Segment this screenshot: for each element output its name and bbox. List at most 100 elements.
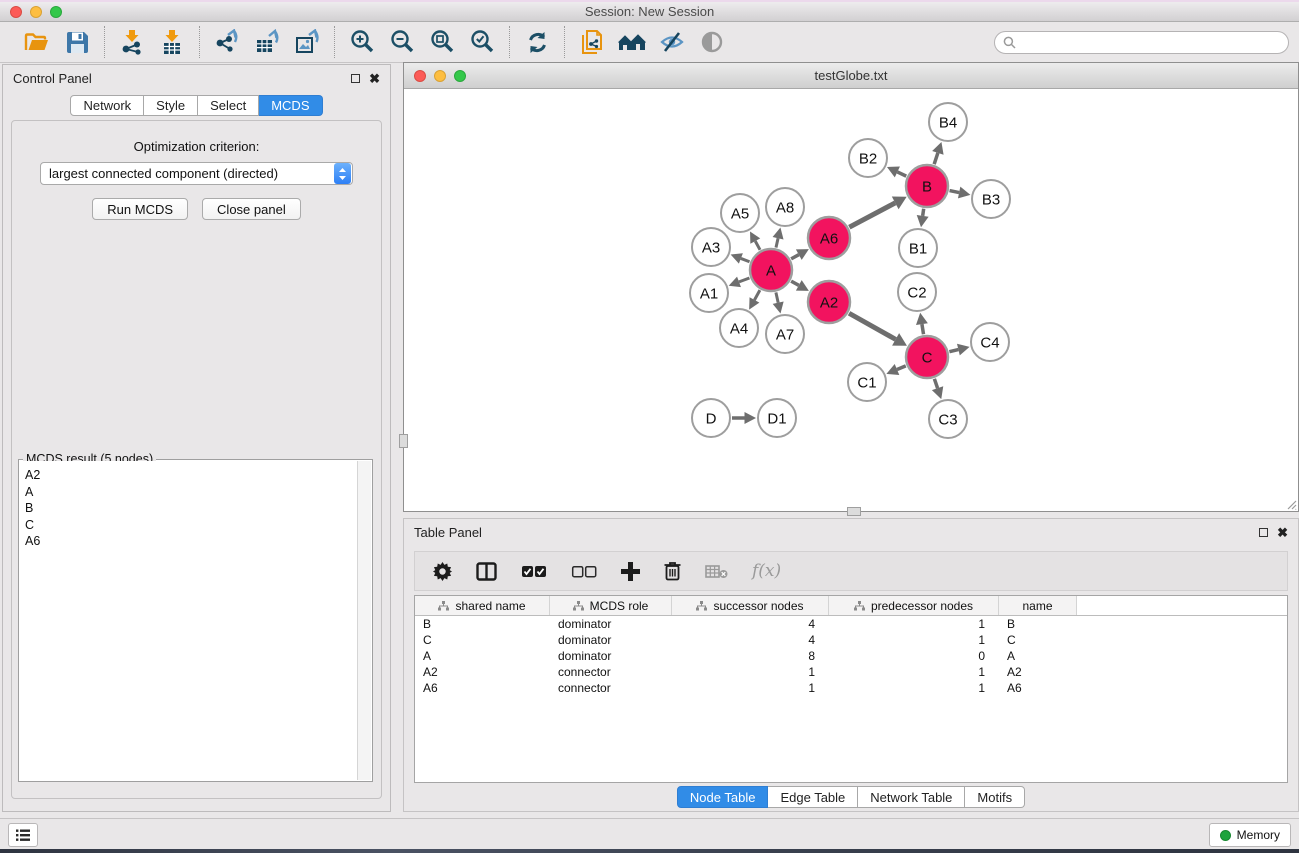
network-snapshot-button[interactable] bbox=[575, 26, 609, 58]
edge-C-C2[interactable] bbox=[922, 324, 924, 334]
edge-A-A7[interactable] bbox=[776, 292, 778, 302]
edge-C-C1[interactable] bbox=[897, 366, 906, 370]
column-header-successor-nodes[interactable]: successor nodes bbox=[672, 596, 829, 615]
table-cell[interactable]: A2 bbox=[415, 664, 550, 680]
table-cell[interactable]: dominator bbox=[550, 632, 672, 648]
delete-column-button[interactable] bbox=[664, 561, 681, 581]
show-all-button[interactable] bbox=[615, 26, 649, 58]
deselect-all-button[interactable] bbox=[571, 565, 597, 578]
edge-A2-C[interactable] bbox=[849, 313, 896, 339]
zoom-in-button[interactable] bbox=[345, 26, 379, 58]
column-header-predecessor-nodes[interactable]: predecessor nodes bbox=[829, 596, 999, 615]
function-builder-button[interactable]: f(x) bbox=[752, 561, 781, 581]
table-cell[interactable]: 1 bbox=[829, 664, 999, 680]
table-cell[interactable]: 1 bbox=[672, 680, 829, 696]
edge-A-A4[interactable] bbox=[754, 290, 759, 300]
table-row[interactable]: Adominator80A bbox=[415, 648, 1287, 664]
edge-B-B2[interactable] bbox=[897, 172, 906, 176]
table-cell[interactable]: A6 bbox=[999, 680, 1077, 696]
mcds-result-list[interactable]: A2ABCA6 bbox=[20, 461, 357, 780]
table-cell[interactable]: C bbox=[999, 632, 1077, 648]
node-table[interactable]: shared nameMCDS rolesuccessor nodesprede… bbox=[414, 595, 1288, 783]
export-table-button[interactable] bbox=[250, 26, 284, 58]
preview-button[interactable] bbox=[695, 26, 729, 58]
edge-A6-B[interactable] bbox=[849, 203, 895, 227]
table-row[interactable]: A2connector11A2 bbox=[415, 664, 1287, 680]
table-cell[interactable]: C bbox=[415, 632, 550, 648]
table-cell[interactable]: connector bbox=[550, 680, 672, 696]
show-task-history-button[interactable] bbox=[8, 823, 38, 847]
import-network-button[interactable] bbox=[115, 26, 149, 58]
table-cell[interactable]: A bbox=[415, 648, 550, 664]
splitter-handle-bottom[interactable] bbox=[847, 507, 861, 516]
table-row[interactable]: A6connector11A6 bbox=[415, 680, 1287, 696]
table-cell[interactable]: A bbox=[999, 648, 1077, 664]
table-options-gear-button[interactable] bbox=[433, 562, 452, 581]
edge-B-B1[interactable] bbox=[923, 209, 924, 216]
add-column-button[interactable] bbox=[621, 562, 640, 581]
mcds-result-item[interactable]: C bbox=[20, 517, 357, 534]
mcds-result-item[interactable]: A2 bbox=[20, 467, 357, 484]
zoom-fit-button[interactable] bbox=[425, 26, 459, 58]
table-cell[interactable]: 4 bbox=[672, 632, 829, 648]
edge-A-A8[interactable] bbox=[776, 238, 778, 247]
table-cell[interactable]: connector bbox=[550, 664, 672, 680]
table-cell[interactable]: 4 bbox=[672, 616, 829, 632]
run-mcds-button[interactable]: Run MCDS bbox=[92, 198, 188, 220]
close-panel-button[interactable]: Close panel bbox=[202, 198, 301, 220]
network-graph[interactable]: B4B2BB3A8A5A6A3B1AC2A1A2A4A7C4CC1DD1C3 bbox=[404, 89, 1298, 511]
export-network-button[interactable] bbox=[210, 26, 244, 58]
control-tab-select[interactable]: Select bbox=[198, 95, 259, 116]
toolbar-search-field[interactable] bbox=[994, 31, 1289, 54]
table-tab-motifs[interactable]: Motifs bbox=[965, 786, 1025, 808]
table-tab-network-table[interactable]: Network Table bbox=[858, 786, 965, 808]
close-panel-icon[interactable]: ✖ bbox=[369, 74, 380, 83]
export-image-button[interactable] bbox=[290, 26, 324, 58]
float-table-panel-icon[interactable] bbox=[1259, 528, 1268, 537]
table-row[interactable]: Bdominator41B bbox=[415, 616, 1287, 632]
edge-A-A6[interactable] bbox=[791, 255, 799, 259]
edge-A-A3[interactable] bbox=[741, 258, 750, 261]
edge-C-C3[interactable] bbox=[934, 379, 937, 388]
network-canvas[interactable]: B4B2BB3A8A5A6A3B1AC2A1A2A4A7C4CC1DD1C3 bbox=[404, 89, 1298, 511]
edge-A-A1[interactable] bbox=[739, 278, 749, 282]
table-tab-edge-table[interactable]: Edge Table bbox=[768, 786, 858, 808]
control-tab-mcds[interactable]: MCDS bbox=[259, 95, 322, 116]
delete-table-button[interactable] bbox=[705, 564, 728, 579]
select-all-button[interactable] bbox=[521, 565, 547, 578]
result-list-scrollbar[interactable] bbox=[357, 461, 371, 780]
close-table-panel-icon[interactable]: ✖ bbox=[1277, 528, 1288, 537]
resize-grip-icon[interactable] bbox=[1285, 498, 1297, 510]
split-table-button[interactable] bbox=[476, 562, 497, 581]
zoom-out-button[interactable] bbox=[385, 26, 419, 58]
control-tab-style[interactable]: Style bbox=[144, 95, 198, 116]
float-panel-icon[interactable] bbox=[351, 74, 360, 83]
table-cell[interactable]: 0 bbox=[829, 648, 999, 664]
edge-B-B4[interactable] bbox=[934, 153, 938, 164]
mcds-result-item[interactable]: A bbox=[20, 484, 357, 501]
mcds-result-item[interactable]: A6 bbox=[20, 533, 357, 550]
table-cell[interactable]: 1 bbox=[829, 680, 999, 696]
edge-B-B3[interactable] bbox=[950, 191, 960, 193]
table-cell[interactable]: A6 bbox=[415, 680, 550, 696]
criterion-select[interactable]: largest connected component (directed) bbox=[40, 162, 353, 185]
table-row[interactable]: Cdominator41C bbox=[415, 632, 1287, 648]
table-cell[interactable]: 1 bbox=[829, 632, 999, 648]
table-tab-node-table[interactable]: Node Table bbox=[677, 786, 769, 808]
save-session-button[interactable] bbox=[60, 26, 94, 58]
table-cell[interactable]: B bbox=[415, 616, 550, 632]
table-cell[interactable]: dominator bbox=[550, 616, 672, 632]
splitter-handle-left[interactable] bbox=[399, 434, 408, 448]
edge-A-A5[interactable] bbox=[755, 241, 760, 250]
search-input[interactable] bbox=[1021, 35, 1280, 49]
column-header-name[interactable]: name bbox=[999, 596, 1077, 615]
table-cell[interactable]: 1 bbox=[672, 664, 829, 680]
table-cell[interactable]: 1 bbox=[829, 616, 999, 632]
mcds-result-item[interactable]: B bbox=[20, 500, 357, 517]
edge-A-A2[interactable] bbox=[791, 281, 799, 285]
table-cell[interactable]: dominator bbox=[550, 648, 672, 664]
table-cell[interactable]: 8 bbox=[672, 648, 829, 664]
memory-button[interactable]: Memory bbox=[1209, 823, 1291, 847]
table-cell[interactable]: B bbox=[999, 616, 1077, 632]
column-header-shared-name[interactable]: shared name bbox=[415, 596, 550, 615]
